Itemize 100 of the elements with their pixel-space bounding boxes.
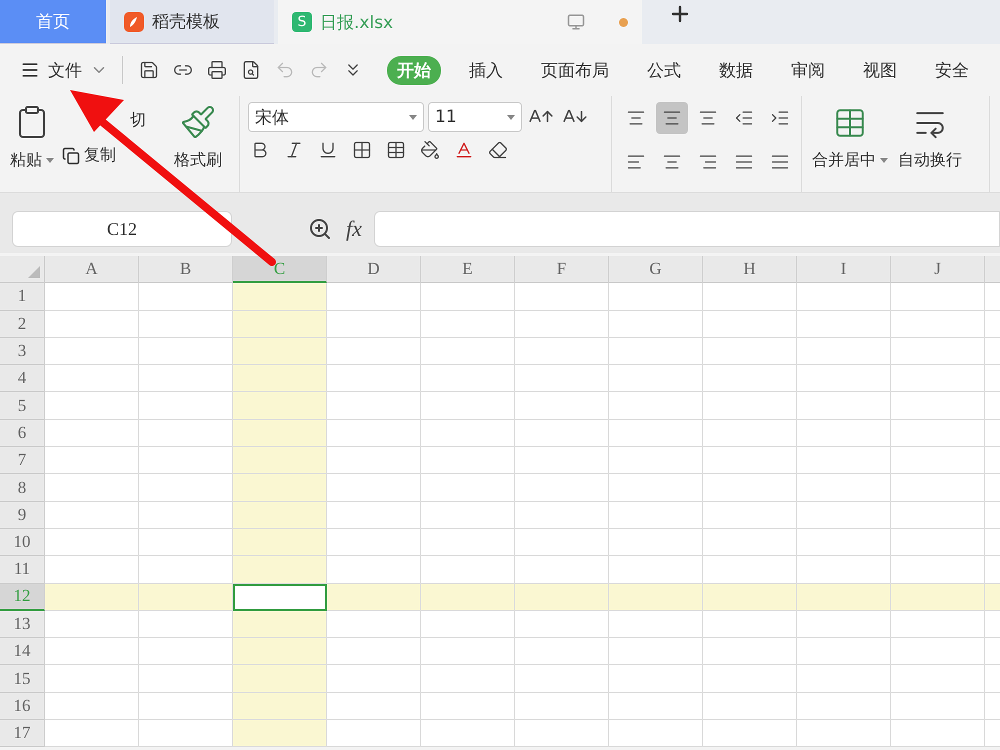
formula-input-field[interactable]	[374, 211, 1000, 247]
table-cell[interactable]	[327, 447, 421, 474]
table-cell[interactable]	[421, 338, 515, 366]
ribbon-tab[interactable]: 页面布局	[531, 56, 619, 84]
table-cell[interactable]	[233, 474, 327, 502]
ribbon-tab[interactable]: 插入	[459, 56, 513, 84]
column-header[interactable]: J	[891, 256, 985, 284]
table-cell[interactable]	[233, 528, 327, 556]
row-header[interactable]: 1	[0, 283, 45, 311]
cut-button[interactable]: 切	[128, 108, 148, 133]
table-cell[interactable]	[797, 692, 891, 720]
column-header[interactable]: H	[703, 256, 797, 284]
row-header[interactable]: 6	[0, 420, 45, 448]
table-cell[interactable]	[891, 365, 985, 392]
table-cell[interactable]	[233, 692, 327, 720]
table-cell[interactable]	[327, 420, 421, 448]
table-cell[interactable]	[891, 665, 985, 693]
table-cell[interactable]	[45, 310, 139, 338]
table-cell[interactable]	[609, 283, 703, 311]
table-cell[interactable]	[985, 584, 1000, 611]
table-cell[interactable]	[45, 474, 139, 502]
table-cell[interactable]	[327, 338, 421, 366]
table-cell[interactable]	[891, 283, 985, 311]
table-cell[interactable]	[609, 310, 703, 338]
table-cell[interactable]	[703, 447, 797, 474]
table-cell[interactable]	[797, 310, 891, 338]
table-cell[interactable]	[797, 556, 891, 584]
row-header[interactable]: 9	[0, 502, 45, 529]
table-cell[interactable]	[515, 584, 609, 611]
document-tab[interactable]: 稻壳模板	[110, 0, 274, 44]
table-cell[interactable]	[703, 365, 797, 392]
table-cell[interactable]	[139, 638, 233, 666]
table-cell[interactable]	[515, 665, 609, 693]
table-cell[interactable]	[797, 665, 891, 693]
table-cell[interactable]	[703, 338, 797, 366]
table-cell[interactable]	[609, 420, 703, 448]
table-cell[interactable]	[139, 392, 233, 420]
table-cell[interactable]	[421, 420, 515, 448]
table-cell[interactable]	[421, 392, 515, 420]
table-cell[interactable]	[139, 502, 233, 529]
print-button[interactable]	[205, 58, 229, 82]
table-cell[interactable]	[139, 584, 233, 611]
column-header[interactable]: A	[45, 256, 139, 284]
table-cell[interactable]	[233, 392, 327, 420]
table-cell[interactable]	[891, 474, 985, 502]
table-cell[interactable]	[327, 474, 421, 502]
table-cell[interactable]	[797, 338, 891, 366]
table-cell[interactable]	[609, 665, 703, 693]
row-header[interactable]: 3	[0, 338, 45, 366]
table-cell[interactable]	[703, 720, 797, 748]
table-cell[interactable]	[609, 447, 703, 474]
table-cell[interactable]	[45, 610, 139, 638]
table-cell[interactable]	[327, 365, 421, 392]
ribbon-tab[interactable]: 数据	[709, 56, 763, 84]
table-cell[interactable]	[327, 720, 421, 748]
table-cell[interactable]	[327, 283, 421, 311]
table-cell[interactable]	[515, 610, 609, 638]
format-painter-button[interactable]: 格式刷	[172, 148, 224, 173]
table-cell[interactable]	[421, 474, 515, 502]
table-cell[interactable]	[515, 310, 609, 338]
table-cell[interactable]	[421, 638, 515, 666]
table-cell[interactable]	[421, 283, 515, 311]
table-cell[interactable]	[421, 447, 515, 474]
document-tab[interactable]: S 日报.xlsx	[278, 0, 642, 44]
table-cell[interactable]	[233, 447, 327, 474]
table-cell[interactable]	[233, 502, 327, 529]
ribbon-tab[interactable]: 安全	[925, 56, 979, 84]
table-cell[interactable]	[327, 584, 421, 611]
table-cell[interactable]	[797, 365, 891, 392]
table-cell[interactable]	[327, 692, 421, 720]
table-cell[interactable]	[797, 447, 891, 474]
table-cell[interactable]	[515, 365, 609, 392]
row-header[interactable]: 13	[0, 610, 45, 638]
table-cell[interactable]	[45, 556, 139, 584]
table-cell[interactable]	[139, 338, 233, 366]
table-cell[interactable]	[891, 502, 985, 529]
table-cell[interactable]	[233, 720, 327, 748]
row-header[interactable]: 10	[0, 528, 45, 556]
table-cell[interactable]	[703, 502, 797, 529]
ribbon-tab[interactable]: 开始	[387, 56, 441, 84]
table-cell[interactable]	[703, 584, 797, 611]
table-cell[interactable]	[703, 528, 797, 556]
column-header[interactable]: B	[139, 256, 233, 284]
table-cell[interactable]	[609, 610, 703, 638]
row-header[interactable]: 16	[0, 692, 45, 720]
column-header[interactable]: E	[421, 256, 515, 284]
table-cell[interactable]	[515, 556, 609, 584]
table-cell[interactable]	[515, 474, 609, 502]
table-cell[interactable]	[797, 720, 891, 748]
table-cell[interactable]	[45, 420, 139, 448]
row-header[interactable]: 11	[0, 556, 45, 584]
column-header[interactable]: D	[327, 256, 421, 284]
row-header[interactable]: 14	[0, 638, 45, 666]
table-cell[interactable]	[891, 720, 985, 748]
table-cell[interactable]	[421, 528, 515, 556]
merge-center-button[interactable]: 合并居中	[810, 148, 890, 173]
table-cell[interactable]	[609, 338, 703, 366]
column-header[interactable]: F	[515, 256, 609, 284]
table-cell[interactable]	[45, 720, 139, 748]
select-all-corner[interactable]	[0, 256, 45, 284]
